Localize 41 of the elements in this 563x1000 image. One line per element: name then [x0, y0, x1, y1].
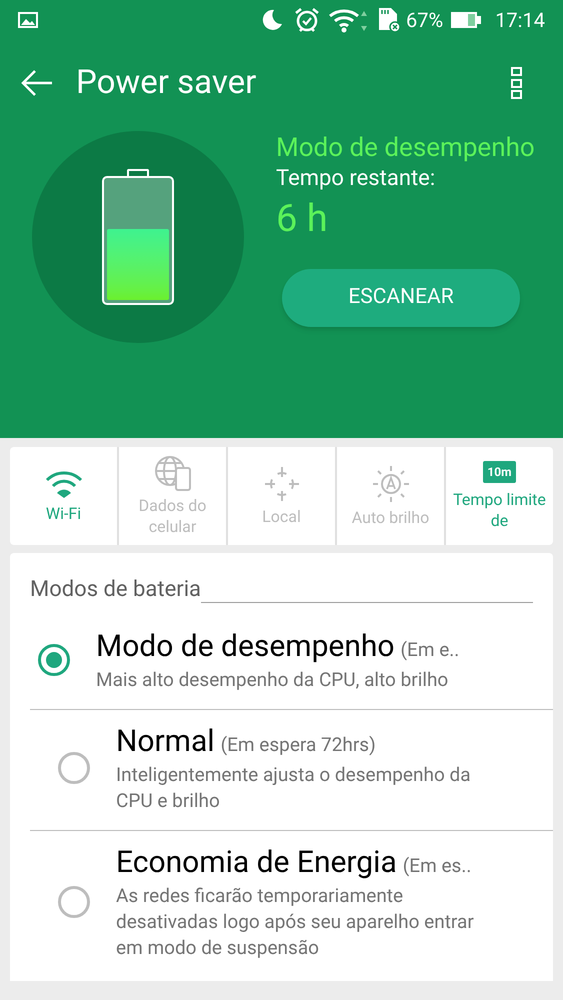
- quick-toggle[interactable]: Auto brilho: [337, 447, 446, 545]
- mode-name: Modo de desempenho: [96, 628, 395, 666]
- radio-button[interactable]: [38, 644, 70, 676]
- wifi-icon: [328, 7, 368, 33]
- mode-description: Mais alto desempenho da CPU, alto brilho: [96, 667, 450, 693]
- auto-brightness-icon: [372, 464, 410, 502]
- mode-description: Inteligentemente ajusta o desempenho da CPU e brilho: [116, 762, 472, 814]
- mode-option[interactable]: Normal (Em espera 72hrs) Inteligentemente ajusta o desempenho da CPU e brilho: [30, 709, 553, 830]
- mode-name: Normal: [116, 723, 215, 761]
- battery-icon: [451, 10, 482, 30]
- mode-note: (Em es..: [402, 853, 472, 879]
- mode-option[interactable]: Modo de desempenho (Em e.. Mais alto desempenho da CPU, alto brilho: [10, 627, 553, 709]
- remaining-label: Tempo restante:: [276, 165, 436, 193]
- mode-description: As redes ficarão temporariamente desativadas logo após seu aparelho entrar em modo de suspensão: [116, 883, 475, 961]
- battery-percentage: 67%: [406, 7, 444, 34]
- alarm-icon: [294, 7, 320, 33]
- crosshair-icon: [264, 466, 300, 502]
- remaining-time: 6 h: [276, 196, 329, 243]
- picture-icon: [18, 12, 38, 28]
- mode-name: Economia de Energia: [116, 844, 397, 882]
- mode-note: (Em e..: [400, 637, 460, 663]
- mode-option[interactable]: Economia de Energia (Em es.. As redes ficarão temporariamente desativadas logo após seu aparelho entrar em modo de suspensão: [30, 830, 553, 961]
- quick-toggle[interactable]: 10m Tempo limite de: [446, 447, 553, 545]
- sd-card-icon: [376, 7, 402, 33]
- mode-note: (Em espera 72hrs): [220, 732, 376, 758]
- section-title: Modos de bateria: [30, 576, 202, 604]
- clock: 17:14: [495, 7, 545, 34]
- moon-icon: [260, 8, 284, 32]
- more-icon: [511, 66, 523, 98]
- scan-button[interactable]: ESCANEAR: [282, 269, 520, 327]
- screen-title: Power saver: [76, 62, 258, 104]
- back-arrow-icon: [20, 68, 54, 96]
- wifi-icon: [44, 468, 84, 498]
- quick-toggle[interactable]: Wi-Fi: [10, 447, 119, 545]
- radio-button[interactable]: [58, 752, 90, 784]
- mode-label: Modo de desempenho: [276, 132, 535, 165]
- quick-toggle[interactable]: Dados do celular: [119, 447, 228, 545]
- radio-button[interactable]: [58, 886, 90, 918]
- globe-phone-icon: [154, 455, 192, 491]
- timer-badge: 10m: [483, 461, 516, 483]
- quick-toggle[interactable]: Local: [228, 447, 337, 545]
